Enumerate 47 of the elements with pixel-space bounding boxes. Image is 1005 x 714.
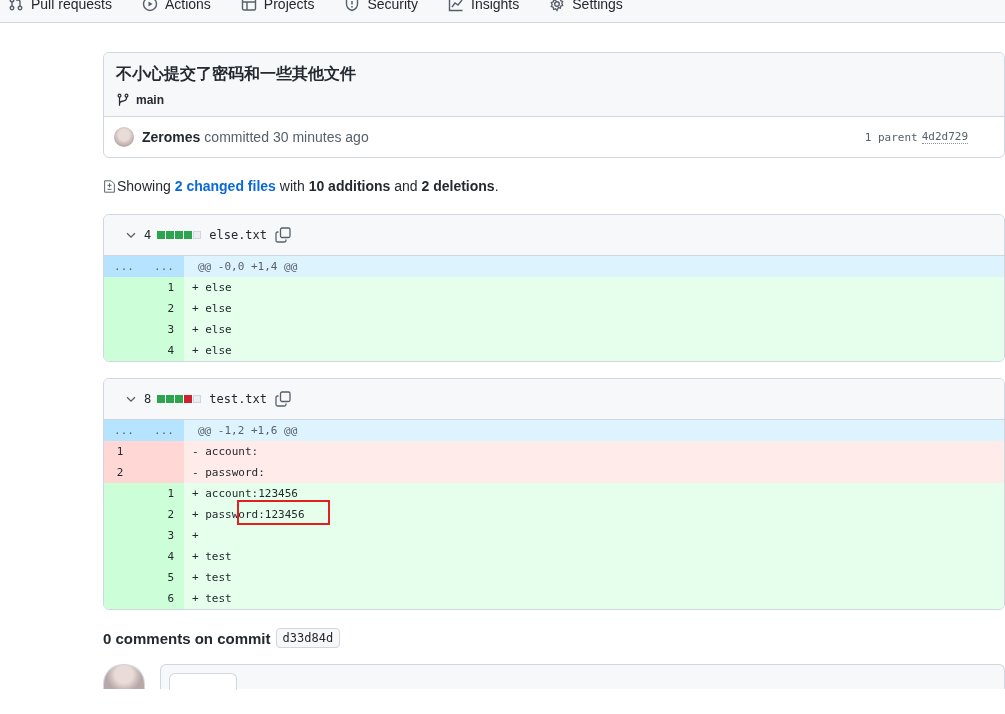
line-number: 6 [144,588,184,609]
line-number: 1 [144,483,184,504]
pull-request-icon [8,0,24,12]
diffstat-bar [157,395,202,403]
graph-icon [448,0,464,12]
change-count: 8 [144,392,152,406]
shield-icon [344,0,361,12]
line-number: 3 [144,319,184,340]
commit-sha: d33d84d [275,628,341,648]
parent-sha-link[interactable]: 4d2d729 [921,130,968,144]
line-number: 4 [144,340,184,361]
avatar [114,127,134,147]
line-number: ... [104,420,144,441]
summary-text: Showing [117,178,171,194]
line-number: 2 [144,504,184,525]
commit-title: 不小心提交了密码和一些其他文件 [116,64,357,84]
commit-action: committed [204,129,269,145]
line-number: 5 [144,567,184,588]
line-number: ... [144,420,184,441]
diffstat-bar [157,231,202,239]
avatar [103,664,145,689]
file-name[interactable]: else.txt [209,228,268,242]
line-number: ... [104,256,144,277]
line-number: ... [144,256,184,277]
file-diff-icon [103,178,116,194]
line-number: 2 [104,462,144,483]
line-number: 2 [144,298,184,319]
comments-heading: 0 comments on commit [103,629,271,647]
copy-icon [275,391,292,407]
summary-text: with 10 additions and 2 deletions. [279,178,499,194]
table-icon [240,0,257,12]
branch-icon [116,93,130,107]
line-number: 4 [144,546,184,567]
change-count: 4 [144,228,152,242]
line-number: 1 [104,441,144,462]
line-number: 1 [144,277,184,298]
line-number: 3 [144,525,184,546]
parent-label: 1 parent [864,130,918,144]
play-icon [141,0,158,12]
write-tab[interactable] [169,673,237,690]
author-link[interactable]: Zeromes [142,129,201,145]
commit-time: 30 minutes ago [272,129,369,145]
branch-link[interactable]: main [136,93,164,107]
gear-icon [549,0,566,12]
file-name[interactable]: test.txt [209,392,268,406]
changed-files-link[interactable]: 2 changed files [174,178,276,194]
copy-icon [275,227,292,243]
